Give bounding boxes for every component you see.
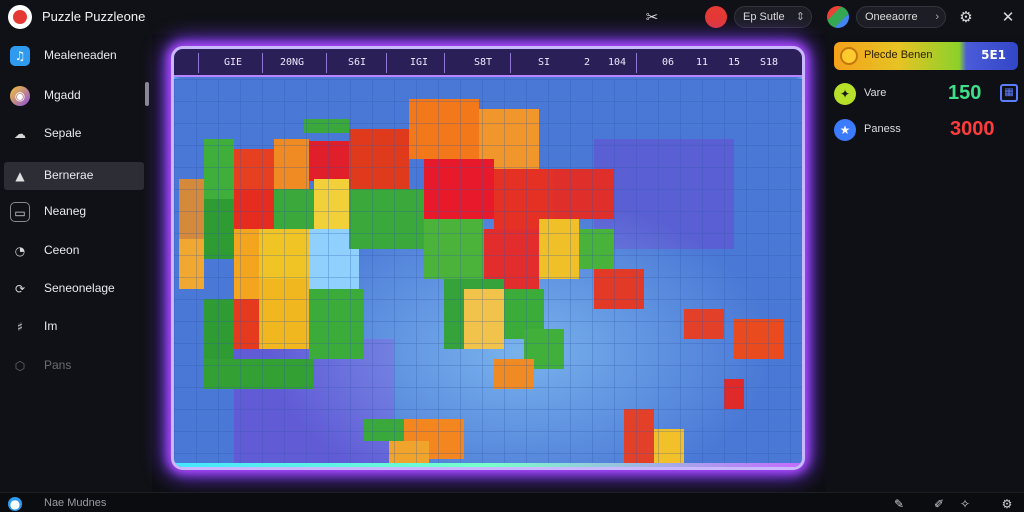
ruler-tick: 20NG xyxy=(280,57,305,68)
ruler-tick: S6I xyxy=(348,57,367,68)
box-icon: ⬡ xyxy=(14,359,26,373)
sidebar-item-label: Mealeneaden xyxy=(44,48,117,62)
bottom-bar: ● Nae Mudnes ✎ ✐ ✧ ⚙ xyxy=(0,492,1024,512)
sidebar-item-label: Ceeon xyxy=(44,243,80,257)
sidebar-item-label: Mgadd xyxy=(44,88,81,102)
sidebar-item-label: Neaneg xyxy=(44,204,87,218)
ruler-tick: SI xyxy=(538,57,551,68)
puzzle-board[interactable]: GIE 20NG S6I IGI S8T SI 2 104 06 11 15 S… xyxy=(171,46,805,470)
sidebar-item-mgadd[interactable]: ◉ Mgadd xyxy=(4,82,144,110)
score-label: Plecde Benen xyxy=(864,49,933,61)
sidebar-scrollbar[interactable] xyxy=(145,82,149,106)
stat-label: Paness xyxy=(864,123,901,135)
dropdown-two[interactable]: Oneeaorre › xyxy=(827,6,946,28)
chat-icon: ◔ xyxy=(14,244,26,258)
sidebar-item-bernerae[interactable]: ▲ Bernerae xyxy=(4,162,144,190)
sidebar-item-label: Pans xyxy=(44,358,72,372)
music-icon: ♫ xyxy=(10,46,30,66)
user-icon: ▲ xyxy=(15,169,25,183)
sparkle-icon[interactable]: ✧ xyxy=(958,497,972,511)
ruler-tick: S8T xyxy=(474,57,493,68)
ruler-tick: 2 xyxy=(584,57,591,68)
app-logo xyxy=(8,5,32,29)
grid-icon[interactable]: ▦ xyxy=(1000,84,1018,102)
app-title: Puzzle Puzzleone xyxy=(42,9,146,24)
puzzle-map[interactable] xyxy=(174,79,802,467)
pen-icon[interactable]: ✐ xyxy=(932,497,946,511)
settings-icon[interactable]: ⚙ xyxy=(1000,497,1014,511)
home-icon[interactable]: ● xyxy=(8,497,22,511)
image-icon: ▭ xyxy=(10,202,30,222)
reload-icon: ⟳ xyxy=(14,282,26,296)
dropdown-one-label: Ep Sutle xyxy=(743,11,785,23)
sidebar-item-ceeon[interactable]: ◔ Ceeon xyxy=(4,237,144,265)
sidebar-item-label: Seneonelage xyxy=(44,281,115,295)
sidebar-item-seneonelage[interactable]: ⟳ Seneonelage xyxy=(4,275,144,303)
sidebar-item-sepale[interactable]: ☁ Sepale xyxy=(4,120,144,148)
score-bar: Plecde Benen 5E1 xyxy=(834,42,1018,70)
board-ruler: GIE 20NG S6I IGI S8T SI 2 104 06 11 15 S… xyxy=(174,49,802,77)
brush-icon[interactable]: ✎ xyxy=(892,497,906,511)
ruler-tick: 06 xyxy=(662,57,675,68)
updown-chevron-icon: ⇕ xyxy=(795,11,805,23)
sidebar-item-im[interactable]: ♯ Im xyxy=(4,313,144,341)
settings-icon[interactable]: ⚙ xyxy=(955,6,977,28)
ruler-tick: GIE xyxy=(224,57,243,68)
puzzle-grid xyxy=(174,79,802,467)
sidebar-item-neaneg[interactable]: ▭ Neaneg xyxy=(4,198,144,226)
sidebar-item-pans[interactable]: ⬡ Pans xyxy=(4,352,144,380)
sidebar-item-label: Sepale xyxy=(44,126,82,140)
sidebar-item-label: Bernerae xyxy=(44,168,94,182)
globe-icon: ◉ xyxy=(10,86,30,106)
ruler-tick: 104 xyxy=(608,57,627,68)
ruler-tick: 15 xyxy=(728,57,741,68)
stat-row-vare: ✦ Vare 150 ▦ xyxy=(834,82,1018,106)
browser-icon xyxy=(827,6,849,28)
tools-icon[interactable]: ✂ xyxy=(641,6,663,28)
dropdown-two-label: Oneeaorre xyxy=(865,11,918,23)
coin-icon xyxy=(840,47,858,65)
record-icon xyxy=(705,6,727,28)
leaf-icon: ✦ xyxy=(834,83,856,105)
ruler-tick: S18 xyxy=(760,57,779,68)
chevron-icon: › xyxy=(935,11,939,23)
ruler-tick: 11 xyxy=(696,57,709,68)
ruler-tick: IGI xyxy=(410,57,429,68)
sidebar-item-mealeneaden[interactable]: ♫ Mealeneaden xyxy=(4,42,144,70)
score-value: 5E1 xyxy=(981,48,1006,62)
star-icon: ★ xyxy=(834,119,856,141)
stat-value: 3000 xyxy=(950,118,995,140)
sidebar-item-label: Im xyxy=(44,319,58,333)
bottom-bar-label: Nae Mudnes xyxy=(44,497,107,509)
right-panel: Plecde Benen 5E1 ✦ Vare 150 ▦ ★ Paness 3… xyxy=(826,34,1024,492)
cloud-icon: ☁ xyxy=(14,127,26,141)
sidebar: ♫ Mealeneaden ◉ Mgadd ☁ Sepale ▲ Bernera… xyxy=(0,34,152,492)
top-bar: Puzzle Puzzleone ✂ Ep Sutle ⇕ Oneeaorre … xyxy=(0,0,1024,34)
close-icon[interactable]: ✕ xyxy=(997,6,1019,28)
stat-label: Vare xyxy=(864,87,887,99)
tag-icon: ♯ xyxy=(17,320,23,334)
stat-row-paness: ★ Paness 3000 xyxy=(834,118,1018,142)
dropdown-one[interactable]: Ep Sutle ⇕ xyxy=(705,6,812,28)
stat-value: 150 xyxy=(948,82,982,104)
